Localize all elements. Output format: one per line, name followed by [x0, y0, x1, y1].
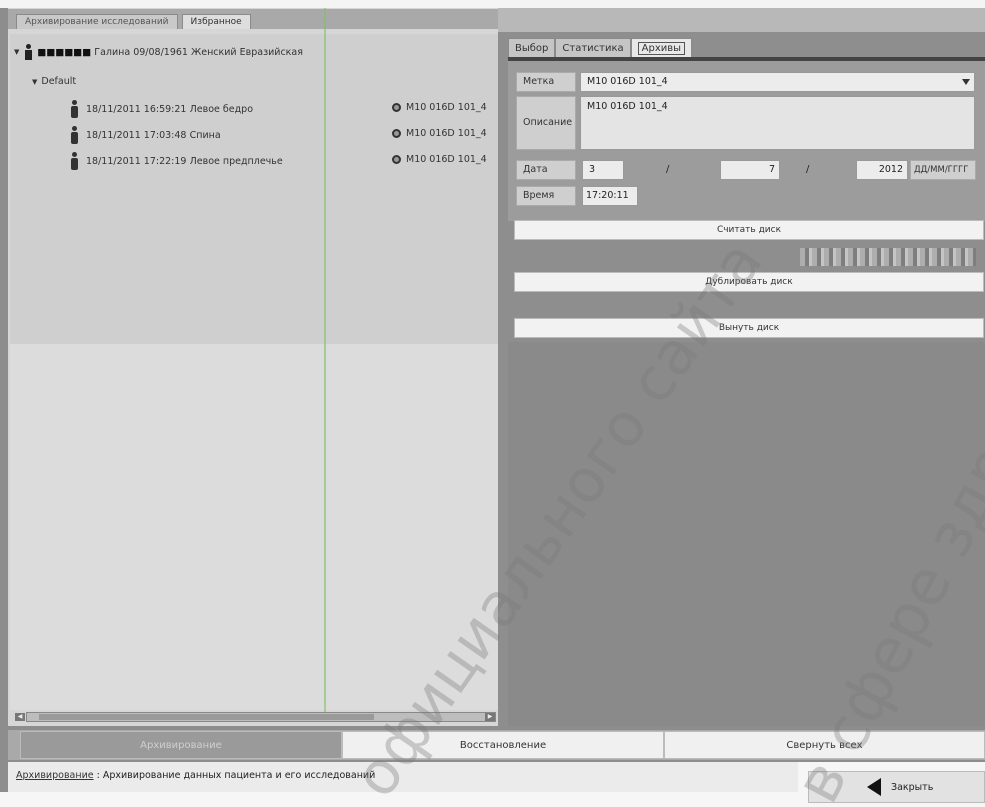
scan-forearm-icon: [68, 152, 80, 170]
patient-details: 09/08/1961 Женский Евразийская: [133, 46, 303, 58]
disc-icon: [392, 129, 401, 138]
status-message: Архивирование : Архивирование данных пац…: [16, 770, 376, 781]
disc-ref: M10 016D 101_4: [392, 102, 487, 113]
expand-triangle-icon[interactable]: ▼: [14, 48, 19, 56]
study-row[interactable]: 18/11/2011 17:03:48 Спина: [68, 126, 221, 144]
folder-node[interactable]: ▼ Default: [32, 76, 76, 87]
study-desc: Левое бедро: [189, 103, 254, 115]
tab-statistics[interactable]: Статистика: [555, 38, 631, 58]
study-row[interactable]: 18/11/2011 16:59:21 Левое бедро: [68, 100, 253, 118]
disc-icon: [392, 155, 401, 164]
eject-disc-button[interactable]: Вынуть диск: [514, 318, 984, 338]
scan-noise: [800, 248, 976, 266]
scroll-left-icon[interactable]: ◀: [15, 713, 25, 721]
tab-favorites[interactable]: Избранное: [181, 14, 251, 29]
scroll-right-icon[interactable]: ▶: [485, 713, 495, 721]
folder-label: Default: [41, 76, 77, 87]
chevron-down-icon[interactable]: [962, 79, 970, 85]
scan-edge: [0, 0, 985, 8]
study-datetime: 18/11/2011 17:22:19: [86, 155, 187, 167]
description-field[interactable]: M10 016D 101_4: [580, 96, 975, 150]
status-link[interactable]: Архивирование: [16, 770, 94, 781]
time-label: Время: [516, 186, 576, 206]
patient-tree: ▼ ■■■■■■ Галина 09/08/1961 Женский Евраз…: [10, 34, 498, 344]
description-label: Описание: [516, 96, 576, 150]
date-separator: /: [666, 164, 670, 175]
right-header-strip: [498, 8, 985, 32]
scan-artifact-line: [324, 8, 326, 718]
archive-button[interactable]: Архивирование: [20, 731, 342, 759]
study-row[interactable]: 18/11/2011 17:22:19 Левое предплечье: [68, 152, 283, 170]
expand-triangle-icon[interactable]: ▼: [32, 78, 37, 86]
patient-name: Галина: [94, 46, 131, 58]
label-dropdown[interactable]: M10 016D 101_4: [580, 72, 975, 92]
date-month-field[interactable]: 7: [720, 160, 780, 180]
left-tab-bar: Архивирование исследований Избранное: [8, 9, 498, 29]
time-field[interactable]: 17:20:11: [582, 186, 638, 206]
date-year-field[interactable]: 2012: [856, 160, 908, 180]
study-desc: Спина: [189, 129, 221, 141]
tab-archives[interactable]: Архивы: [630, 38, 693, 58]
back-arrow-icon: [867, 778, 881, 796]
scan-hip-icon: [68, 100, 80, 118]
scrollbar-thumb[interactable]: [39, 714, 374, 720]
date-separator: /: [806, 164, 810, 175]
patient-node[interactable]: ▼ ■■■■■■ Галина 09/08/1961 Женский Евраз…: [14, 44, 303, 60]
disc-ref: M10 016D 101_4: [392, 128, 487, 139]
disc-icon: [392, 103, 401, 112]
right-tab-bar: Выбор Статистика Архивы: [508, 36, 693, 58]
study-desc: Левое предплечье: [189, 155, 283, 167]
disc-ref: M10 016D 101_4: [392, 154, 487, 165]
study-datetime: 18/11/2011 16:59:21: [86, 103, 187, 115]
date-format-label: ДД/ММ/ГГГГ: [910, 160, 976, 180]
tab-select[interactable]: Выбор: [508, 38, 556, 58]
study-datetime: 18/11/2011 17:03:48: [86, 129, 187, 141]
person-icon: [23, 44, 33, 60]
date-day-field[interactable]: 3: [582, 160, 624, 180]
tab-archiving[interactable]: Архивирование исследований: [16, 14, 178, 29]
scan-spine-icon: [68, 126, 80, 144]
status-text: Архивирование данных пациента и его иссл…: [102, 770, 376, 781]
read-disc-button[interactable]: Считать диск: [514, 220, 984, 240]
date-label: Дата: [516, 160, 576, 180]
label-label: Метка: [516, 72, 576, 92]
